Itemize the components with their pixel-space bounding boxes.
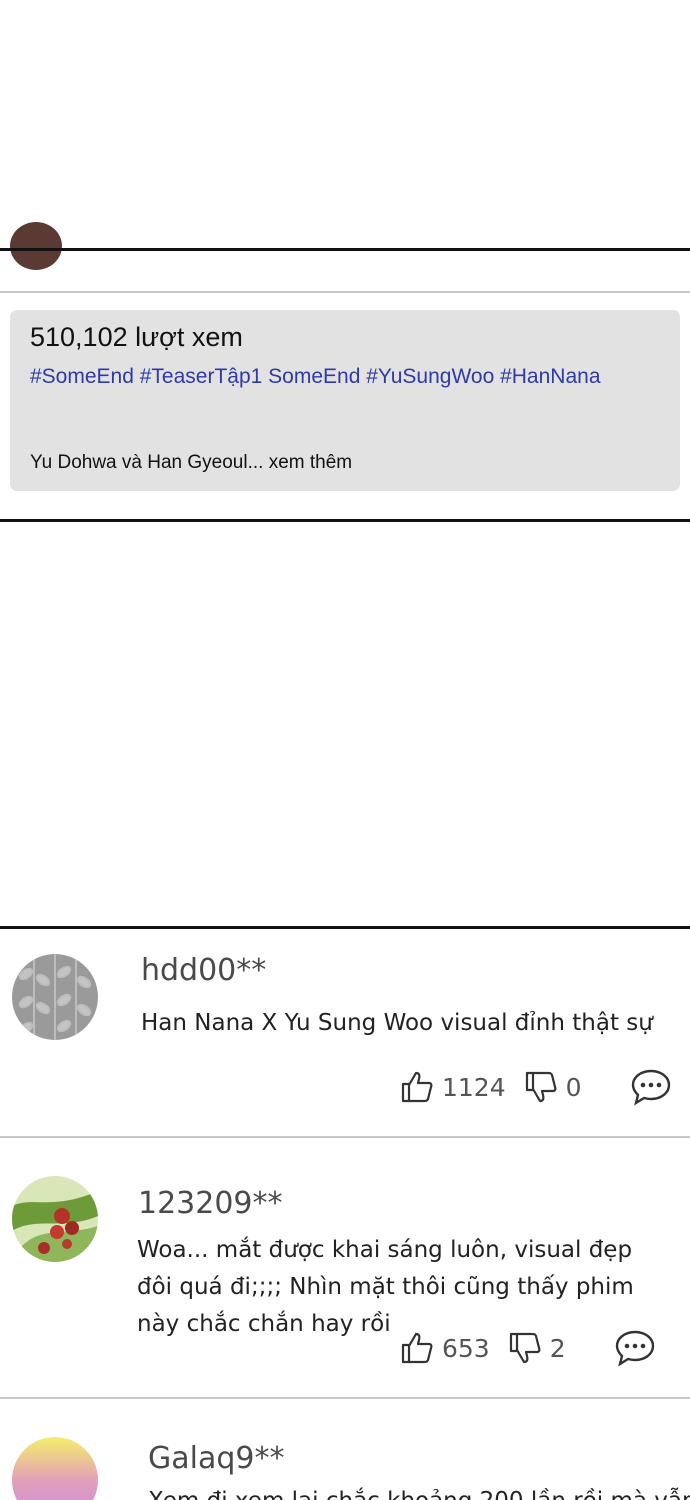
thumbs-up-icon[interactable] [400, 1331, 434, 1365]
thumbs-up-icon[interactable] [400, 1070, 434, 1104]
avatar[interactable] [12, 1176, 98, 1262]
like-count: 1124 [442, 1072, 506, 1102]
video-area [0, 0, 690, 248]
description-text[interactable]: Yu Dohwa và Han Gyeoul... xem thêm [30, 452, 352, 474]
divider [0, 248, 690, 251]
avatar[interactable] [12, 954, 98, 1040]
divider [0, 291, 690, 293]
description-card[interactable]: 510,102 lượt xem #SomeEnd #TeaserTập1 So… [10, 310, 680, 491]
username[interactable]: Galaq9** [148, 1441, 284, 1476]
hashtags[interactable]: #SomeEnd #TeaserTập1 SomeEnd #YuSungWoo … [30, 365, 660, 389]
comment-actions: 653 2 [400, 1328, 656, 1368]
thumbs-down-icon[interactable] [508, 1331, 542, 1365]
comment-actions: 1124 0 [400, 1067, 672, 1107]
comment-item: Galaq9** Xem đi xem lại chắc khoảng 200 … [0, 1399, 690, 1500]
avatar[interactable] [10, 222, 62, 270]
dislike-count: 0 [565, 1072, 582, 1102]
avatar[interactable] [12, 1437, 98, 1500]
content-area [0, 522, 690, 926]
username[interactable]: 123209** [138, 1186, 283, 1221]
comment-text: Woa... mắt được khai sáng luôn, visual đ… [137, 1237, 634, 1337]
dislike-count: 2 [549, 1333, 566, 1363]
thumbs-down-icon[interactable] [524, 1070, 558, 1104]
comment-text: Han Nana X Yu Sung Woo visual đỉnh thật … [141, 1010, 653, 1036]
username[interactable]: hdd00** [141, 953, 266, 988]
speech-bubble-icon[interactable] [614, 1329, 656, 1367]
comment-item: hdd00** Han Nana X Yu Sung Woo visual đỉ… [0, 929, 690, 1136]
comment-text: Xem đi xem lại chắc khoảng 200 lần rồi m… [148, 1483, 690, 1500]
speech-bubble-icon[interactable] [630, 1068, 672, 1106]
view-count: 510,102 lượt xem [30, 322, 243, 352]
like-count: 653 [442, 1333, 490, 1363]
comment-item: 123209** Woa... mắt được khai sáng luôn,… [0, 1138, 690, 1397]
